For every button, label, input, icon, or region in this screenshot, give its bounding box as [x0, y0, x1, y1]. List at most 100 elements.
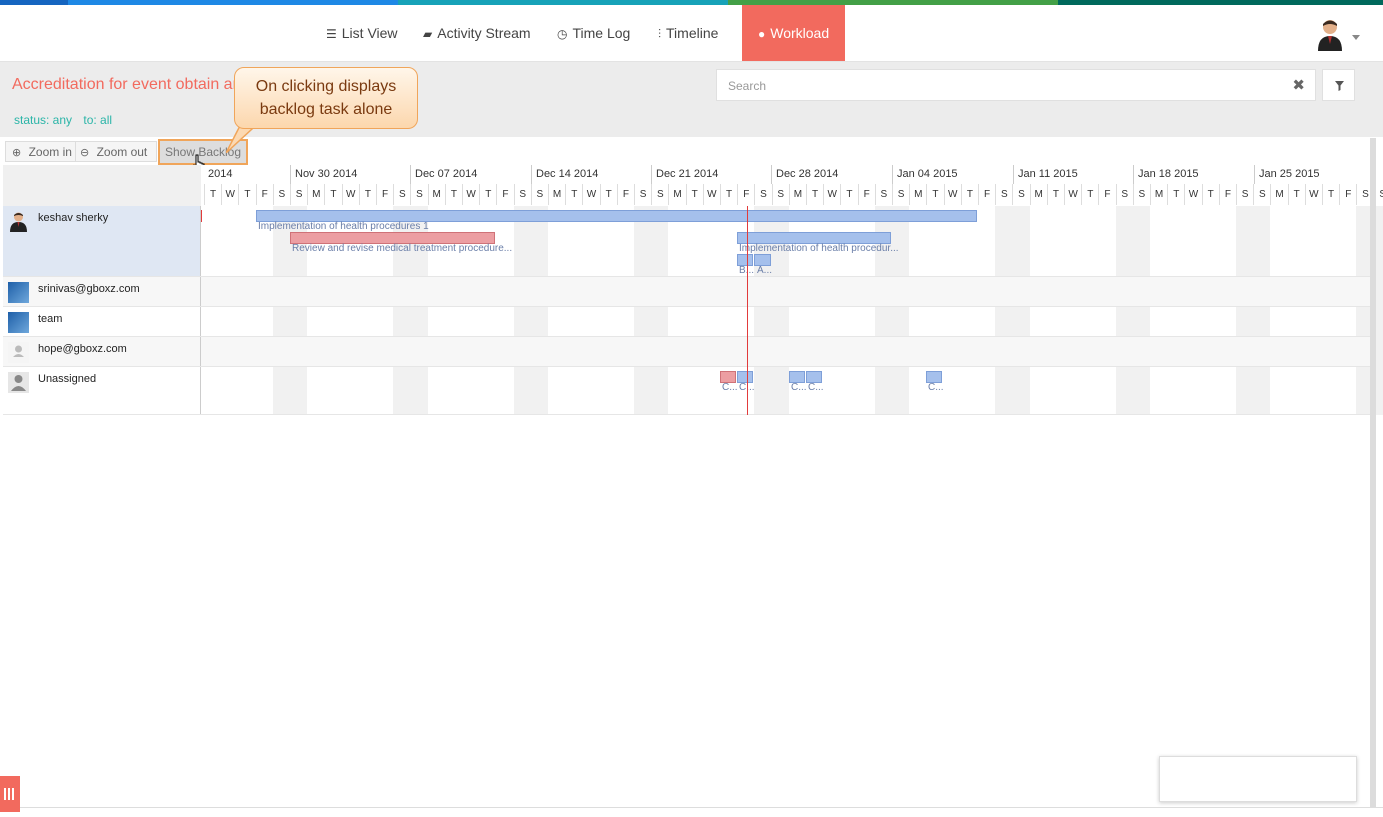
nav-time-log[interactable]: ◷ Time Log	[557, 5, 630, 61]
day-header: T	[238, 184, 255, 205]
filter-tags: status: any to: all	[14, 113, 120, 127]
week-header: 2014	[208, 168, 233, 180]
list-icon: ☰	[326, 27, 337, 41]
week-header: Jan 18 2015	[1133, 165, 1254, 184]
day-header: F	[857, 184, 875, 205]
resource-row: Unassigned	[3, 367, 1370, 415]
resource-label[interactable]: hope@gboxz.com	[3, 337, 201, 366]
day-header: S	[634, 184, 651, 205]
day-header: T	[565, 184, 582, 205]
resource-label[interactable]: keshav sherky	[3, 206, 201, 276]
day-header: M	[1029, 184, 1047, 205]
day-header: S	[995, 184, 1012, 205]
day-header: W	[341, 184, 359, 205]
week-header: Jan 04 2015	[892, 165, 1013, 184]
zoom-out-button[interactable]: ⊖ Zoom out	[75, 141, 157, 162]
day-header: M	[788, 184, 806, 205]
user-icon: ●	[758, 27, 766, 41]
day-header: M	[909, 184, 926, 205]
day-header: M	[427, 184, 445, 205]
close-icon[interactable]: ✖	[1292, 76, 1305, 94]
day-header: W	[582, 184, 599, 205]
day-header: F	[616, 184, 634, 205]
day-header: T	[685, 184, 703, 205]
side-panel-toggle[interactable]	[0, 776, 20, 812]
day-header: T	[720, 184, 737, 205]
zoom-in-button[interactable]: ⊕ Zoom in	[5, 141, 77, 162]
resource-row: team	[3, 307, 1370, 337]
day-header: S	[651, 184, 668, 205]
day-header: T	[479, 184, 496, 205]
day-header: W	[1184, 184, 1201, 205]
zoom-out-icon: ⊖	[80, 147, 90, 159]
day-header: F	[255, 184, 273, 205]
day-header: F	[737, 184, 754, 205]
day-header: W	[823, 184, 840, 205]
day-header: S	[754, 184, 771, 205]
day-header: M	[668, 184, 685, 205]
filter-icon	[1335, 81, 1344, 91]
day-header: W	[702, 184, 720, 205]
day-header: F	[1218, 184, 1236, 205]
day-header: W	[462, 184, 479, 205]
day-header: T	[1322, 184, 1339, 205]
task-label: C...	[808, 382, 824, 393]
nav-timeline[interactable]: ⫶ Timeline	[658, 5, 718, 61]
day-header: T	[1167, 184, 1184, 205]
clock-icon: ◷	[557, 27, 568, 41]
day-header: S	[513, 184, 531, 205]
day-header: S	[1132, 184, 1150, 205]
task-label: A...	[757, 265, 773, 276]
nav-workload[interactable]: ● Workload	[742, 5, 846, 61]
day-header: F	[1098, 184, 1115, 205]
nav-list-view[interactable]: ☰ List View	[326, 5, 398, 61]
day-header: F	[376, 184, 393, 205]
day-header: S	[272, 184, 290, 205]
user-avatar[interactable]	[1316, 17, 1344, 51]
day-header: F	[978, 184, 995, 205]
day-header: S	[290, 184, 307, 205]
day-header: S	[1012, 184, 1029, 205]
day-header: T	[806, 184, 823, 205]
day-header: T	[960, 184, 978, 205]
day-header: W	[221, 184, 238, 205]
day-header: T	[1287, 184, 1305, 205]
day-header: S	[771, 184, 789, 205]
week-header: Jan 25 2015	[1254, 165, 1370, 184]
sliders-icon: ⫶	[658, 27, 662, 41]
day-header: T	[599, 184, 617, 205]
filter-status[interactable]: status: any	[14, 113, 72, 127]
search-input[interactable]	[726, 78, 1270, 94]
day-header: T	[324, 184, 341, 205]
task-label: C...	[791, 382, 807, 393]
chevron-down-icon[interactable]	[1352, 35, 1360, 40]
week-header: Dec 07 2014	[410, 165, 531, 184]
week-header: Dec 14 2014	[531, 165, 651, 184]
today-marker	[747, 206, 748, 415]
bottom-divider	[0, 807, 1383, 808]
resource-label[interactable]: srinivas@gboxz.com	[3, 277, 201, 306]
range-marker	[201, 210, 202, 222]
day-header: T	[358, 184, 376, 205]
filter-button[interactable]	[1322, 69, 1355, 101]
filter-to[interactable]: to: all	[83, 113, 112, 127]
resource-label[interactable]: team	[3, 307, 201, 336]
day-header: S	[1253, 184, 1270, 205]
avatar	[8, 342, 29, 363]
day-header: T	[444, 184, 462, 205]
resource-label[interactable]: Unassigned	[3, 367, 201, 414]
day-header: T	[1201, 184, 1219, 205]
nav-activity-stream[interactable]: ▰ Activity Stream	[423, 5, 531, 61]
day-header: M	[307, 184, 324, 205]
day-header: M	[548, 184, 565, 205]
callout-tooltip: On clicking displays backlog task alone	[234, 67, 418, 129]
task-label: C...	[722, 382, 738, 393]
project-title[interactable]: Accreditation for event obtain and	[12, 76, 250, 94]
top-nav: ☰ List View ▰ Activity Stream ◷ Time Log ⫶ T…	[0, 5, 1383, 62]
week-header: Dec 28 2014	[771, 165, 892, 184]
day-header: S	[874, 184, 892, 205]
vertical-scrollbar[interactable]	[1370, 138, 1376, 808]
day-header: M	[1150, 184, 1167, 205]
day-header: S	[530, 184, 548, 205]
avatar	[8, 282, 29, 303]
